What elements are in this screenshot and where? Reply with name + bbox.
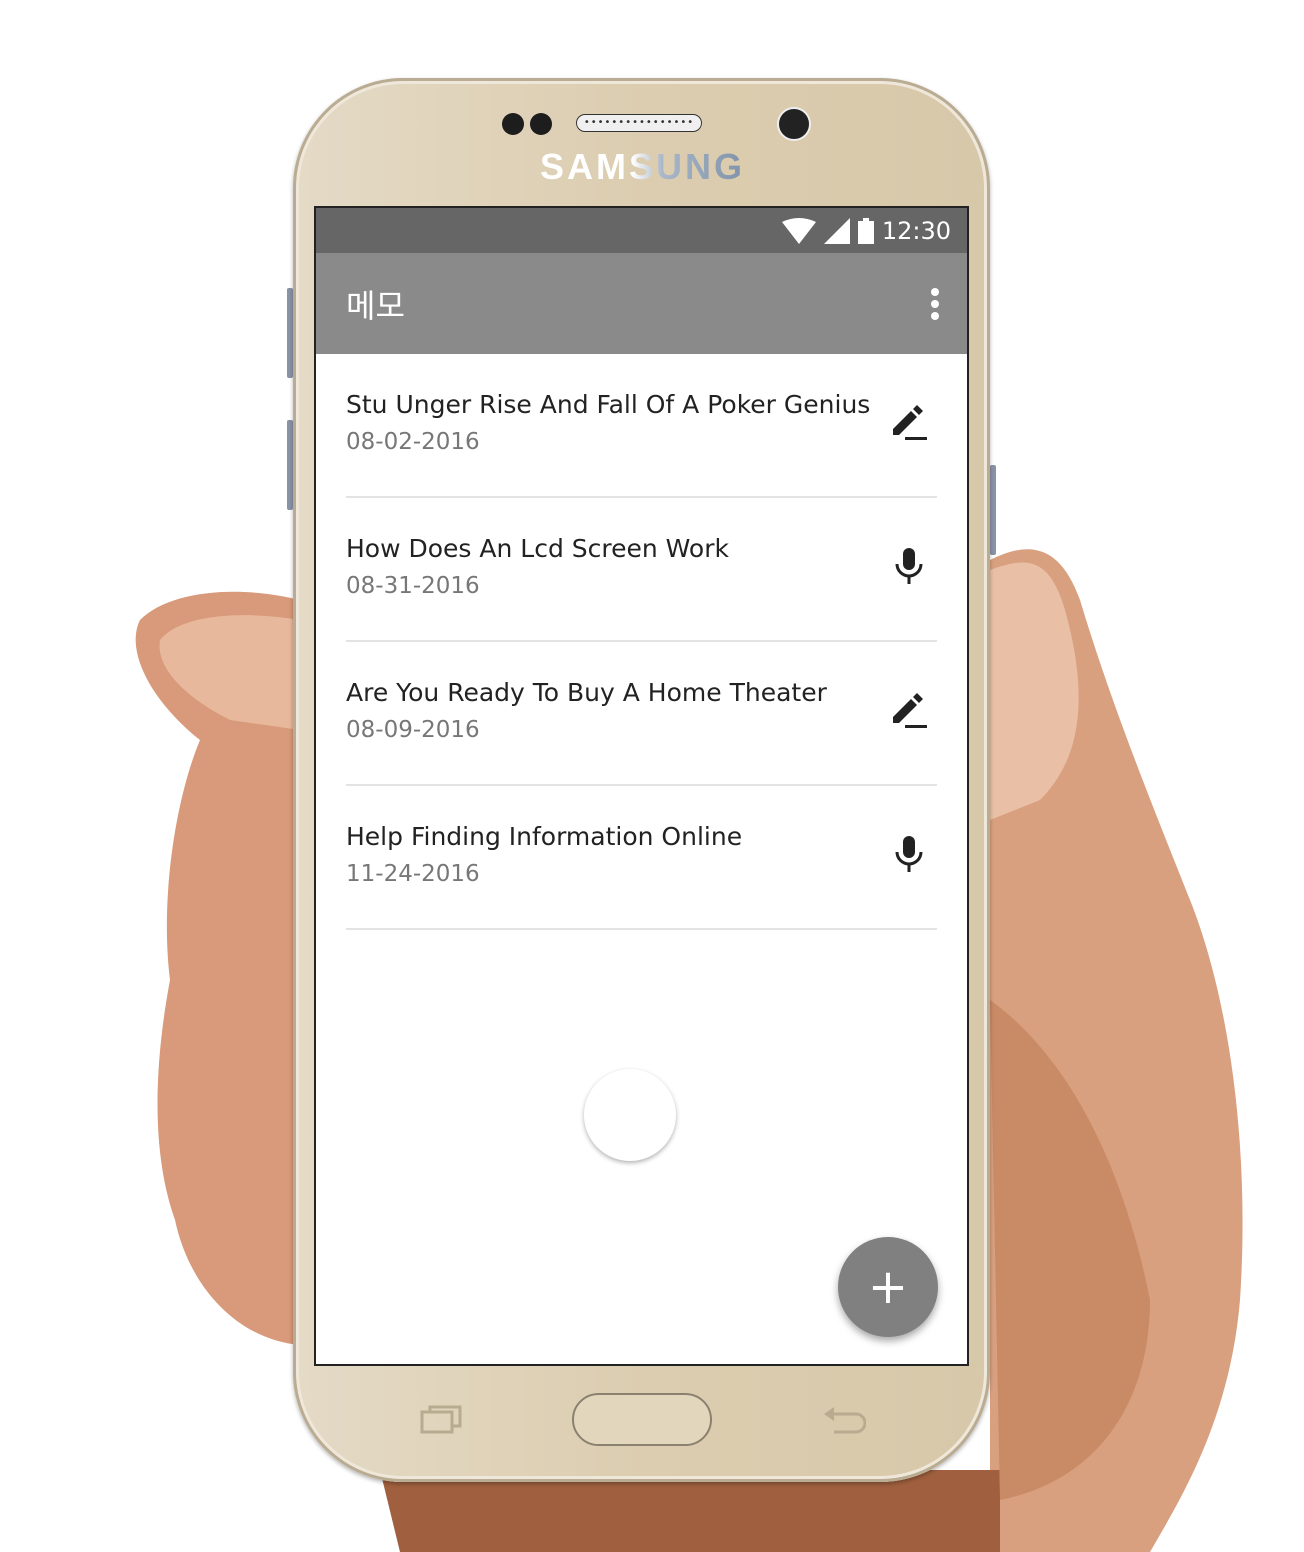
front-camera: [777, 107, 811, 141]
clock: 12:30: [881, 216, 951, 245]
brand-logo: SAMSUNG: [540, 146, 746, 187]
app-bar: 메모: [316, 253, 967, 354]
back-icon[interactable]: [822, 1404, 866, 1436]
app-title: 메모: [346, 286, 405, 325]
recent-apps-icon[interactable]: [420, 1404, 462, 1434]
memo-list-item[interactable]: Help Finding Information Online 11-24-201…: [346, 786, 937, 930]
pencil-icon: [887, 403, 931, 441]
memo-title: Help Finding Information Online: [346, 821, 743, 851]
memo-list-item[interactable]: How Does An Lcd Screen Work 08-31-2016: [346, 498, 937, 642]
memo-list-item[interactable]: Are You Ready To Buy A Home Theater 08-09…: [346, 642, 937, 786]
memo-date: 08-31-2016: [346, 572, 480, 599]
memo-date: 11-24-2016: [346, 860, 480, 887]
memo-date: 08-02-2016: [346, 428, 480, 455]
add-memo-button[interactable]: +: [838, 1237, 938, 1337]
pencil-icon: [887, 691, 931, 729]
memo-list: Stu Unger Rise And Fall Of A Poker Geniu…: [316, 354, 967, 930]
memo-title: Stu Unger Rise And Fall Of A Poker Geniu…: [346, 389, 871, 419]
status-bar: 12:30: [316, 208, 967, 253]
memo-list-item[interactable]: Stu Unger Rise And Fall Of A Poker Geniu…: [346, 354, 937, 498]
signal-icon: [823, 217, 850, 244]
mic-icon: [887, 834, 931, 874]
wifi-icon: [781, 217, 816, 244]
screen: 12:30 메모 Stu Unger Rise And Fall Of A Po…: [314, 206, 969, 1366]
proximity-sensor: [502, 113, 524, 135]
earpiece-speaker: ••••••••••••••••: [576, 114, 702, 132]
light-sensor: [530, 113, 552, 135]
battery-icon: [857, 217, 874, 244]
touch-ripple: [584, 1069, 676, 1161]
memo-title: Are You Ready To Buy A Home Theater: [346, 677, 827, 707]
power-button[interactable]: [990, 465, 996, 555]
mic-icon: [887, 546, 931, 586]
memo-date: 08-09-2016: [346, 716, 480, 743]
home-button[interactable]: [572, 1393, 712, 1446]
more-vert-icon[interactable]: [931, 287, 939, 320]
memo-title: How Does An Lcd Screen Work: [346, 533, 729, 563]
